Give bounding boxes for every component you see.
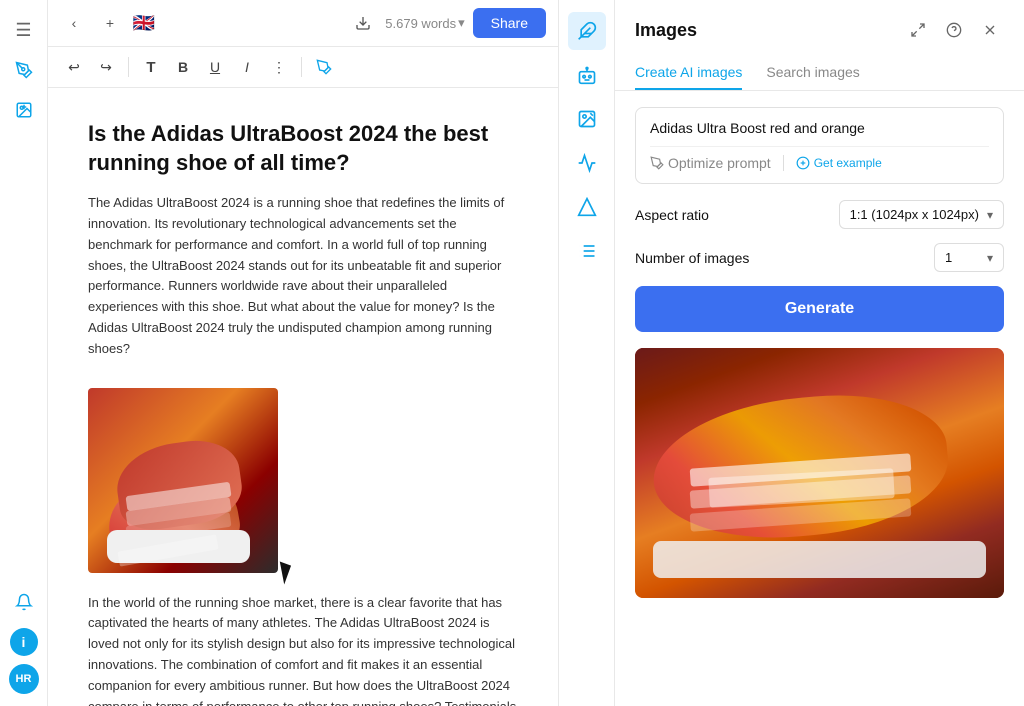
underline-button[interactable]: U <box>201 53 229 81</box>
undo-button[interactable]: ↩ <box>60 53 88 81</box>
chart-tool-icon[interactable] <box>568 144 606 182</box>
images-panel: Images Create AI images Search images Ad… <box>614 0 1024 706</box>
shoe-image <box>88 388 278 573</box>
help-icon[interactable] <box>940 16 968 44</box>
bell-icon[interactable] <box>6 584 42 620</box>
aspect-ratio-chevron: ▾ <box>987 208 993 222</box>
number-of-images-chevron: ▾ <box>987 251 993 265</box>
aspect-ratio-value: 1:1 (1024px x 1024px) <box>850 207 979 222</box>
more-button[interactable]: ⋮ <box>265 53 293 81</box>
panel-body: Adidas Ultra Boost red and orange Optimi… <box>615 91 1024 706</box>
panel-header-icons <box>904 16 1004 44</box>
shape-tool-icon[interactable] <box>568 188 606 226</box>
italic-button[interactable]: I <box>233 53 261 81</box>
tab-create-ai-images[interactable]: Create AI images <box>635 56 742 90</box>
panel-tabs: Create AI images Search images <box>615 44 1024 91</box>
get-example-button[interactable]: Get example <box>796 156 882 170</box>
number-of-images-select[interactable]: 1 ▾ <box>934 243 1004 272</box>
number-of-images-value: 1 <box>945 250 952 265</box>
robot-tool-icon[interactable] <box>568 56 606 94</box>
generate-button[interactable]: Generate <box>635 286 1004 332</box>
main-content: ‹ + 🇬🇧 5.679 words ▾ Share ↩ ↪ T B U I ⋮… <box>48 0 558 706</box>
prompt-divider <box>783 155 784 171</box>
bold-button[interactable]: B <box>169 53 197 81</box>
divider-2 <box>301 57 302 77</box>
generated-image-preview <box>635 348 1004 598</box>
editor-title: Is the Adidas UltraBoost 2024 the best r… <box>88 120 518 177</box>
prompt-actions: Optimize prompt Get example <box>650 146 989 171</box>
text-size-button[interactable]: T <box>137 53 165 81</box>
shoe-image-container <box>88 388 278 573</box>
menu-icon[interactable]: ☰ <box>6 12 42 48</box>
aspect-ratio-row: Aspect ratio 1:1 (1024px x 1024px) ▾ <box>635 200 1004 229</box>
editor-area[interactable]: Is the Adidas UltraBoost 2024 the best r… <box>48 88 558 706</box>
divider-1 <box>128 57 129 77</box>
number-of-images-row: Number of images 1 ▾ <box>635 243 1004 272</box>
avatar[interactable]: HR <box>9 664 39 694</box>
expand-icon[interactable] <box>904 16 932 44</box>
image-plus-icon[interactable] <box>6 92 42 128</box>
number-of-images-label: Number of images <box>635 250 934 266</box>
aspect-ratio-label: Aspect ratio <box>635 207 839 223</box>
prompt-box[interactable]: Adidas Ultra Boost red and orange Optimi… <box>635 107 1004 184</box>
redo-button[interactable]: ↪ <box>92 53 120 81</box>
top-toolbar: ‹ + 🇬🇧 5.679 words ▾ Share <box>48 0 558 47</box>
editor-paragraph-1: The Adidas UltraBoost 2024 is a running … <box>88 193 518 359</box>
info-icon[interactable]: i <box>10 628 38 656</box>
share-button[interactable]: Share <box>473 8 546 38</box>
panel-title: Images <box>635 20 896 41</box>
image-edit-tool-icon[interactable] <box>568 100 606 138</box>
close-icon[interactable] <box>976 16 1004 44</box>
feather-tool-icon[interactable] <box>568 12 606 50</box>
word-count: 5.679 words ▾ <box>385 15 464 31</box>
prompt-text[interactable]: Adidas Ultra Boost red and orange <box>650 120 989 136</box>
right-tool-sidebar <box>558 0 614 706</box>
add-button[interactable]: + <box>96 9 124 37</box>
editor-paragraph-2: In the world of the running shoe market,… <box>88 593 518 706</box>
optimize-prompt-button[interactable]: Optimize prompt <box>650 155 771 171</box>
download-button[interactable] <box>349 9 377 37</box>
back-button[interactable]: ‹ <box>60 9 88 37</box>
panel-header: Images <box>615 0 1024 44</box>
pen-icon[interactable] <box>6 52 42 88</box>
left-sidebar: ☰ i HR <box>0 0 48 706</box>
aspect-ratio-select[interactable]: 1:1 (1024px x 1024px) ▾ <box>839 200 1004 229</box>
format-toolbar: ↩ ↪ T B U I ⋮ <box>48 47 558 88</box>
list-tool-icon[interactable] <box>568 232 606 270</box>
highlight-button[interactable] <box>310 53 338 81</box>
language-flag[interactable]: 🇬🇧 <box>132 14 156 32</box>
sidebar-bottom: i HR <box>6 584 42 694</box>
tab-search-images[interactable]: Search images <box>766 56 859 90</box>
